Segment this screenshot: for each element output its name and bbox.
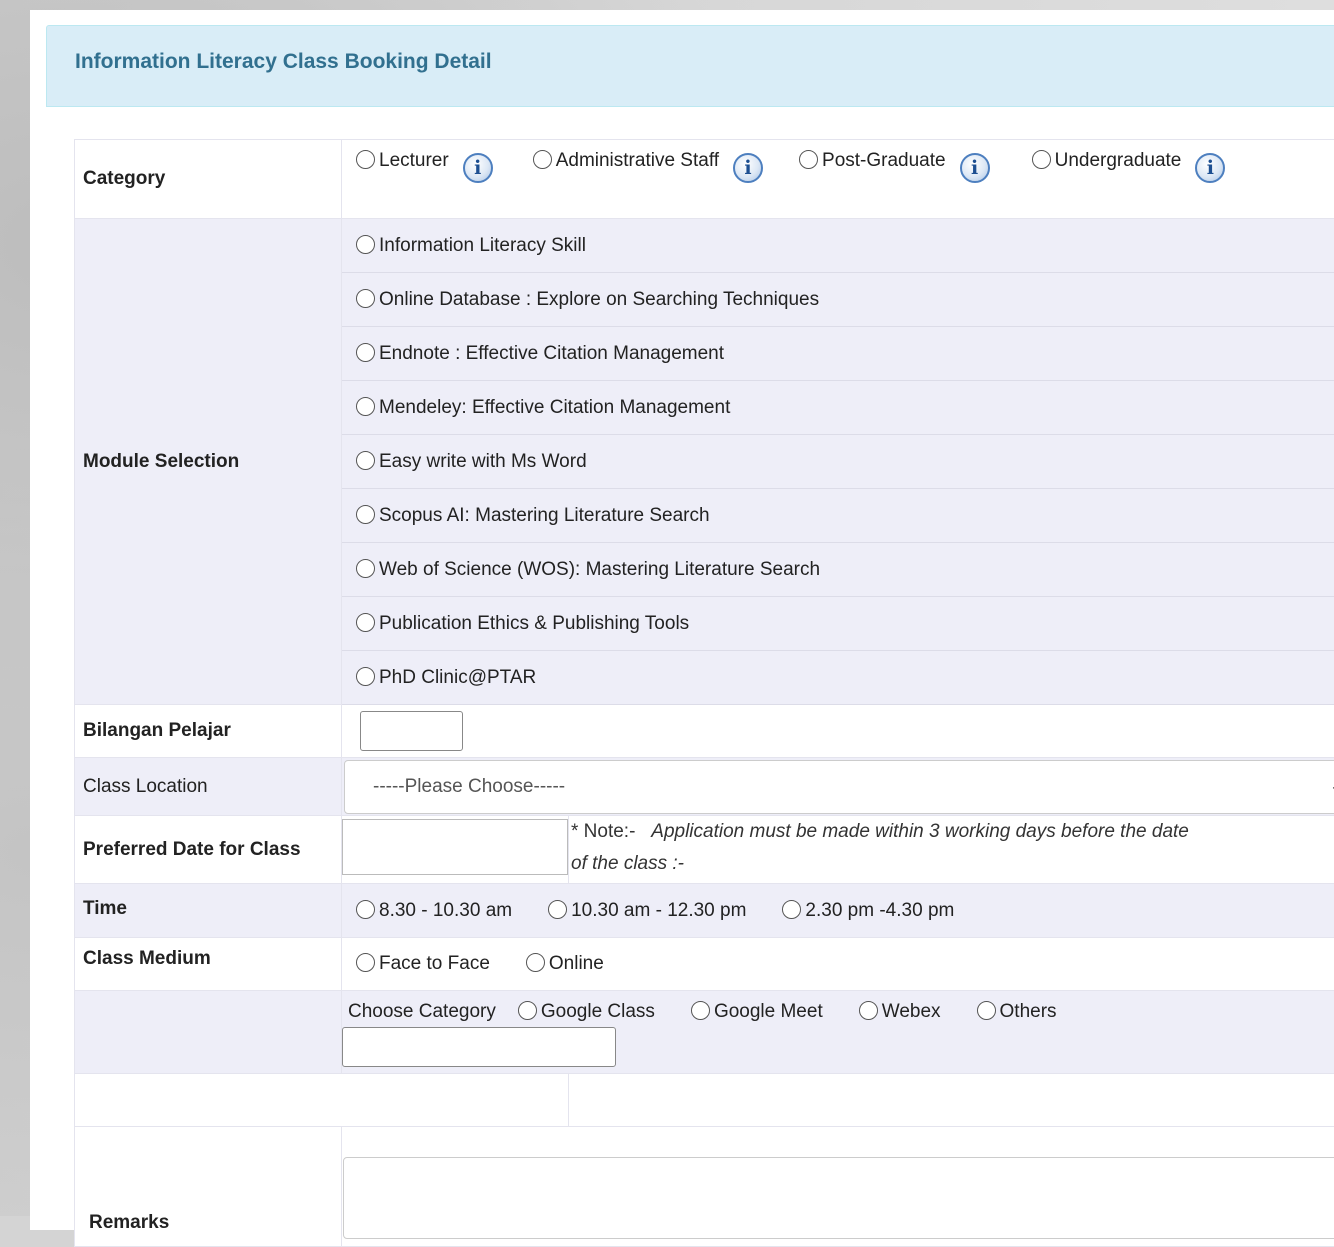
module-option[interactable]: Scopus AI: Mastering Literature Search (342, 489, 1334, 543)
module-option[interactable]: Mendeley: Effective Citation Management (342, 381, 1334, 435)
remarks-textarea[interactable] (343, 1157, 1334, 1239)
module-label: Module Selection (75, 219, 342, 705)
radio-button[interactable] (691, 1001, 710, 1020)
time-option[interactable]: 8.30 - 10.30 am (356, 900, 512, 922)
platform-option-webex[interactable]: Webex (859, 1001, 941, 1023)
radio-button[interactable] (1032, 150, 1051, 169)
radio-button[interactable] (356, 235, 375, 254)
module-option[interactable]: Easy write with Ms Word (342, 435, 1334, 489)
radio-button[interactable] (548, 900, 567, 919)
info-icon[interactable]: i (463, 153, 493, 183)
location-label: Class Location (75, 758, 342, 816)
radio-button[interactable] (356, 613, 375, 632)
students-label: Bilangan Pelajar (75, 705, 342, 758)
date-note: * Note:- Application must be made within… (571, 816, 1334, 880)
category-label: Category (75, 140, 342, 219)
module-option[interactable]: Online Database : Explore on Searching T… (342, 273, 1334, 327)
panel-heading: Information Literacy Class Booking Detai… (46, 25, 1334, 107)
module-option[interactable]: Publication Ethics & Publishing Tools (342, 597, 1334, 651)
panel-title: Information Literacy Class Booking Detai… (75, 50, 492, 74)
radio-button[interactable] (356, 667, 375, 686)
time-label: Time (75, 884, 342, 938)
module-option[interactable]: PhD Clinic@PTAR (342, 651, 1334, 705)
students-input[interactable] (360, 711, 463, 751)
radio-button[interactable] (518, 1001, 537, 1020)
platform-option-google-class[interactable]: Google Class (518, 1001, 655, 1023)
radio-button[interactable] (977, 1001, 996, 1020)
radio-button[interactable] (356, 559, 375, 578)
chevron-down-icon: ⌄ (1330, 761, 1334, 813)
info-icon[interactable]: i (733, 153, 763, 183)
spacer-cell (569, 1074, 1334, 1127)
location-select[interactable]: -----Please Choose----- ⌄ (344, 760, 1334, 814)
info-icon[interactable]: i (1195, 153, 1225, 183)
medium-option-online[interactable]: Online (526, 953, 604, 975)
remarks-label: Remarks (75, 1127, 342, 1247)
medium-option-face-to-face[interactable]: Face to Face (356, 953, 490, 975)
radio-button[interactable] (799, 150, 818, 169)
radio-button[interactable] (356, 343, 375, 362)
radio-button[interactable] (859, 1001, 878, 1020)
medium-label: Class Medium (75, 938, 342, 991)
time-option[interactable]: 2.30 pm -4.30 pm (782, 900, 954, 922)
module-option[interactable]: Web of Science (WOS): Mastering Literatu… (342, 543, 1334, 597)
platform-label: Choose Category (348, 1001, 496, 1022)
radio-button[interactable] (356, 900, 375, 919)
radio-button[interactable] (356, 150, 375, 169)
radio-button[interactable] (782, 900, 801, 919)
module-option[interactable]: Information Literacy Skill (342, 219, 1334, 273)
platform-option-others[interactable]: Others (977, 1001, 1057, 1023)
date-label: Preferred Date for Class (75, 816, 342, 884)
radio-button[interactable] (356, 451, 375, 470)
spacer-cell (75, 1074, 569, 1127)
module-option[interactable]: Endnote : Effective Citation Management (342, 327, 1334, 381)
platform-option-google-meet[interactable]: Google Meet (691, 1001, 823, 1023)
category-option-undergraduate[interactable]: Undergraduatei (1032, 150, 1226, 183)
radio-button[interactable] (356, 397, 375, 416)
category-option-post-graduate[interactable]: Post-Graduatei (799, 150, 990, 183)
radio-button[interactable] (356, 505, 375, 524)
radio-button[interactable] (356, 289, 375, 308)
category-option-administrative-staff[interactable]: Administrative Staffi (533, 150, 763, 183)
category-option-lecturer[interactable]: Lectureri (356, 150, 493, 183)
booking-form: Category Lectureri Administrative Staffi… (74, 139, 1334, 1247)
radio-button[interactable] (526, 953, 545, 972)
info-icon[interactable]: i (960, 153, 990, 183)
radio-button[interactable] (533, 150, 552, 169)
radio-button[interactable] (356, 953, 375, 972)
platform-other-input[interactable] (342, 1027, 616, 1067)
time-option[interactable]: 10.30 am - 12.30 pm (548, 900, 746, 922)
date-input[interactable] (342, 819, 568, 875)
platform-empty-label (75, 991, 342, 1074)
